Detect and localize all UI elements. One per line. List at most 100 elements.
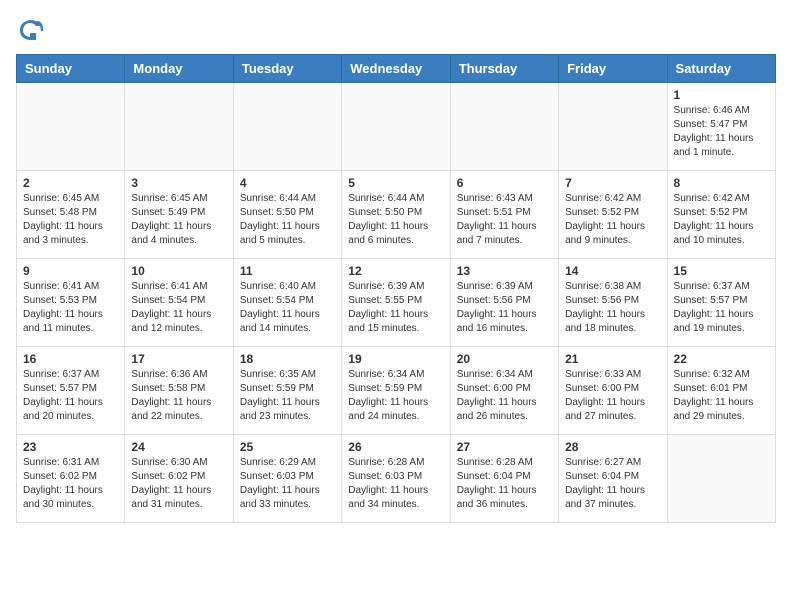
day-number: 26 — [348, 440, 443, 454]
day-info: Sunrise: 6:35 AM Sunset: 5:59 PM Dayligh… — [240, 368, 335, 424]
day-cell: 20 Sunrise: 6:34 AM Sunset: 6:00 PM Dayli… — [450, 347, 558, 435]
day-cell: 8 Sunrise: 6:42 AM Sunset: 5:52 PM Daylig… — [667, 171, 775, 259]
day-cell: 26 Sunrise: 6:28 AM Sunset: 6:03 PM Dayli… — [342, 435, 450, 523]
day-cell: 27 Sunrise: 6:28 AM Sunset: 6:04 PM Dayli… — [450, 435, 558, 523]
day-info: Sunrise: 6:33 AM Sunset: 6:00 PM Dayligh… — [565, 368, 660, 424]
day-cell: 13 Sunrise: 6:39 AM Sunset: 5:56 PM Dayli… — [450, 259, 558, 347]
day-info: Sunrise: 6:43 AM Sunset: 5:51 PM Dayligh… — [457, 192, 552, 248]
day-cell — [342, 83, 450, 171]
day-number: 17 — [131, 352, 226, 366]
day-number: 27 — [457, 440, 552, 454]
day-cell: 15Sunrise: 6:37 AM Sunset: 5:57 PM Dayli… — [667, 259, 775, 347]
day-cell: 10Sunrise: 6:41 AM Sunset: 5:54 PM Dayli… — [125, 259, 233, 347]
day-cell — [125, 83, 233, 171]
day-number: 21 — [565, 352, 660, 366]
day-cell: 24 Sunrise: 6:30 AM Sunset: 6:02 PM Dayli… — [125, 435, 233, 523]
day-number: 8 — [674, 176, 769, 190]
day-cell: 9 Sunrise: 6:41 AM Sunset: 5:53 PM Daylig… — [17, 259, 125, 347]
day-cell — [667, 435, 775, 523]
day-info: Sunrise: 6:27 AM Sunset: 6:04 PM Dayligh… — [565, 456, 660, 512]
day-number: 15 — [674, 264, 769, 278]
day-cell: 11 Sunrise: 6:40 AM Sunset: 5:54 PM Dayli… — [233, 259, 341, 347]
day-info: Sunrise: 6:32 AM Sunset: 6:01 PM Dayligh… — [674, 368, 769, 424]
day-number: 6 — [457, 176, 552, 190]
day-info: Sunrise: 6:40 AM Sunset: 5:54 PM Dayligh… — [240, 280, 335, 336]
week-row-3: 9 Sunrise: 6:41 AM Sunset: 5:53 PM Daylig… — [17, 259, 776, 347]
calendar-header-saturday: Saturday — [667, 55, 775, 83]
calendar-header-monday: Monday — [125, 55, 233, 83]
day-info: Sunrise: 6:44 AM Sunset: 5:50 PM Dayligh… — [348, 192, 443, 248]
day-info: Sunrise: 6:42 AM Sunset: 5:52 PM Dayligh… — [674, 192, 769, 248]
day-cell: 21 Sunrise: 6:33 AM Sunset: 6:00 PM Dayli… — [559, 347, 667, 435]
day-number: 7 — [565, 176, 660, 190]
day-info: Sunrise: 6:41 AM Sunset: 5:54 PM Dayligh… — [131, 280, 226, 336]
day-number: 1 — [674, 88, 769, 102]
day-number: 5 — [348, 176, 443, 190]
day-cell: 7 Sunrise: 6:42 AM Sunset: 5:52 PM Daylig… — [559, 171, 667, 259]
day-info: Sunrise: 6:46 AM Sunset: 5:47 PM Dayligh… — [674, 104, 769, 160]
day-info: Sunrise: 6:39 AM Sunset: 5:55 PM Dayligh… — [348, 280, 443, 336]
day-cell: 16 Sunrise: 6:37 AM Sunset: 5:57 PM Dayli… — [17, 347, 125, 435]
week-row-2: 2 Sunrise: 6:45 AM Sunset: 5:48 PM Daylig… — [17, 171, 776, 259]
day-number: 4 — [240, 176, 335, 190]
calendar-header-wednesday: Wednesday — [342, 55, 450, 83]
day-number: 11 — [240, 264, 335, 278]
day-number: 13 — [457, 264, 552, 278]
day-number: 23 — [23, 440, 118, 454]
day-info: Sunrise: 6:37 AM Sunset: 5:57 PM Dayligh… — [23, 368, 118, 424]
day-info: Sunrise: 6:45 AM Sunset: 5:49 PM Dayligh… — [131, 192, 226, 248]
day-cell — [559, 83, 667, 171]
day-number: 24 — [131, 440, 226, 454]
day-info: Sunrise: 6:34 AM Sunset: 6:00 PM Dayligh… — [457, 368, 552, 424]
day-info: Sunrise: 6:39 AM Sunset: 5:56 PM Dayligh… — [457, 280, 552, 336]
page-header — [16, 16, 776, 44]
day-number: 28 — [565, 440, 660, 454]
day-cell: 22 Sunrise: 6:32 AM Sunset: 6:01 PM Dayli… — [667, 347, 775, 435]
day-cell: 2 Sunrise: 6:45 AM Sunset: 5:48 PM Daylig… — [17, 171, 125, 259]
day-info: Sunrise: 6:34 AM Sunset: 5:59 PM Dayligh… — [348, 368, 443, 424]
day-number: 16 — [23, 352, 118, 366]
day-cell: 23 Sunrise: 6:31 AM Sunset: 6:02 PM Dayli… — [17, 435, 125, 523]
day-info: Sunrise: 6:28 AM Sunset: 6:04 PM Dayligh… — [457, 456, 552, 512]
day-cell: 14 Sunrise: 6:38 AM Sunset: 5:56 PM Dayli… — [559, 259, 667, 347]
day-number: 14 — [565, 264, 660, 278]
day-cell — [450, 83, 558, 171]
day-info: Sunrise: 6:28 AM Sunset: 6:03 PM Dayligh… — [348, 456, 443, 512]
day-cell: 18Sunrise: 6:35 AM Sunset: 5:59 PM Dayli… — [233, 347, 341, 435]
day-info: Sunrise: 6:45 AM Sunset: 5:48 PM Dayligh… — [23, 192, 118, 248]
day-number: 12 — [348, 264, 443, 278]
day-info: Sunrise: 6:38 AM Sunset: 5:56 PM Dayligh… — [565, 280, 660, 336]
calendar-header-row: SundayMondayTuesdayWednesdayThursdayFrid… — [17, 55, 776, 83]
logo-icon — [16, 16, 44, 44]
day-info: Sunrise: 6:31 AM Sunset: 6:02 PM Dayligh… — [23, 456, 118, 512]
day-number: 19 — [348, 352, 443, 366]
day-number: 20 — [457, 352, 552, 366]
day-info: Sunrise: 6:30 AM Sunset: 6:02 PM Dayligh… — [131, 456, 226, 512]
day-info: Sunrise: 6:42 AM Sunset: 5:52 PM Dayligh… — [565, 192, 660, 248]
week-row-5: 23 Sunrise: 6:31 AM Sunset: 6:02 PM Dayli… — [17, 435, 776, 523]
day-cell — [233, 83, 341, 171]
day-info: Sunrise: 6:44 AM Sunset: 5:50 PM Dayligh… — [240, 192, 335, 248]
day-number: 22 — [674, 352, 769, 366]
day-number: 2 — [23, 176, 118, 190]
day-number: 3 — [131, 176, 226, 190]
day-cell: 25Sunrise: 6:29 AM Sunset: 6:03 PM Dayli… — [233, 435, 341, 523]
calendar-table: SundayMondayTuesdayWednesdayThursdayFrid… — [16, 54, 776, 523]
calendar-header-tuesday: Tuesday — [233, 55, 341, 83]
week-row-1: 1 Sunrise: 6:46 AM Sunset: 5:47 PM Daylig… — [17, 83, 776, 171]
day-info: Sunrise: 6:41 AM Sunset: 5:53 PM Dayligh… — [23, 280, 118, 336]
day-cell: 6 Sunrise: 6:43 AM Sunset: 5:51 PM Daylig… — [450, 171, 558, 259]
day-number: 25 — [240, 440, 335, 454]
day-info: Sunrise: 6:36 AM Sunset: 5:58 PM Dayligh… — [131, 368, 226, 424]
day-cell — [17, 83, 125, 171]
day-cell: 4 Sunrise: 6:44 AM Sunset: 5:50 PM Daylig… — [233, 171, 341, 259]
day-number: 9 — [23, 264, 118, 278]
day-cell: 1 Sunrise: 6:46 AM Sunset: 5:47 PM Daylig… — [667, 83, 775, 171]
day-cell: 17 Sunrise: 6:36 AM Sunset: 5:58 PM Dayli… — [125, 347, 233, 435]
calendar-header-sunday: Sunday — [17, 55, 125, 83]
logo — [16, 16, 48, 44]
week-row-4: 16 Sunrise: 6:37 AM Sunset: 5:57 PM Dayli… — [17, 347, 776, 435]
day-cell: 3 Sunrise: 6:45 AM Sunset: 5:49 PM Daylig… — [125, 171, 233, 259]
day-cell: 19 Sunrise: 6:34 AM Sunset: 5:59 PM Dayli… — [342, 347, 450, 435]
calendar-header-thursday: Thursday — [450, 55, 558, 83]
